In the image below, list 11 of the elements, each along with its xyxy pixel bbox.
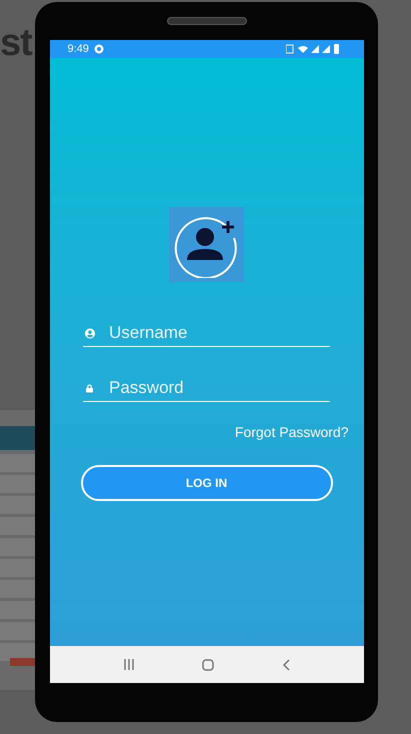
- back-icon[interactable]: [282, 658, 290, 670]
- username-field[interactable]: Username: [109, 320, 330, 346]
- user-icon: [85, 326, 95, 340]
- home-icon[interactable]: [202, 658, 214, 670]
- status-time: 9:49: [68, 42, 89, 57]
- lock-icon: [86, 382, 93, 394]
- forgot-password-link[interactable]: Forgot Password?: [234, 422, 348, 443]
- recent-apps-icon[interactable]: [123, 659, 136, 670]
- password-field[interactable]: Password: [109, 375, 330, 401]
- login-button[interactable]: LOG IN: [80, 465, 332, 501]
- notification-icon: [94, 44, 104, 54]
